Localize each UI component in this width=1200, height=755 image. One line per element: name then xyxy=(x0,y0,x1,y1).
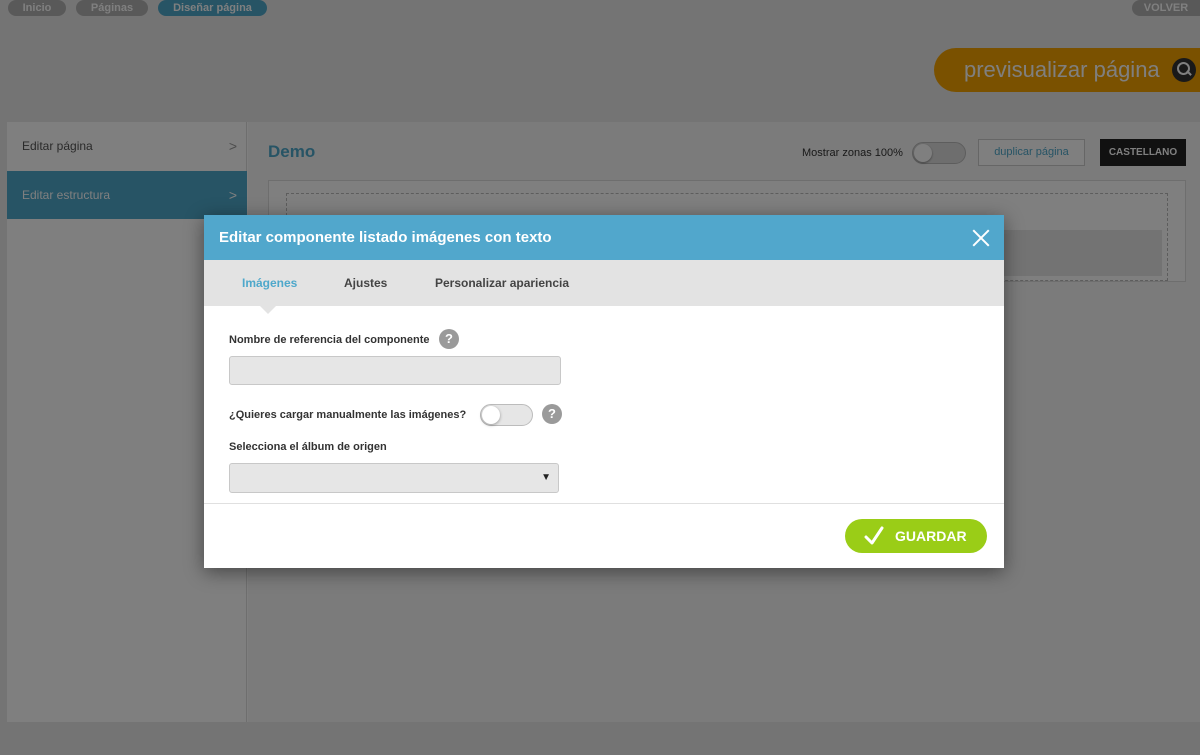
check-icon xyxy=(864,526,884,545)
modal-title: Editar componente listado imágenes con t… xyxy=(219,229,552,246)
tab-personalizar-apariencia[interactable]: Personalizar apariencia xyxy=(435,260,569,306)
close-icon[interactable] xyxy=(970,227,992,249)
help-icon[interactable]: ? xyxy=(542,404,562,424)
help-icon[interactable]: ? xyxy=(439,329,459,349)
modal-tabs: Imágenes Ajustes Personalizar apariencia xyxy=(204,260,1004,306)
toggle-knob xyxy=(482,406,500,424)
ref-name-label: Nombre de referencia del componente xyxy=(229,334,430,346)
manual-upload-toggle[interactable] xyxy=(480,404,533,426)
save-button[interactable]: GUARDAR xyxy=(845,519,987,553)
save-label: GUARDAR xyxy=(895,528,967,544)
album-select[interactable]: ▼ xyxy=(229,463,559,493)
modal-divider xyxy=(204,503,1004,504)
album-label: Selecciona el álbum de origen xyxy=(229,441,387,453)
tab-imagenes[interactable]: Imágenes xyxy=(242,260,297,306)
tab-ajustes[interactable]: Ajustes xyxy=(344,260,387,306)
caret-down-icon: ▼ xyxy=(541,472,551,483)
edit-component-modal: Editar componente listado imágenes con t… xyxy=(204,215,1004,568)
modal-header: Editar componente listado imágenes con t… xyxy=(204,215,1004,260)
active-tab-indicator xyxy=(260,306,276,314)
manual-upload-label: ¿Quieres cargar manualmente las imágenes… xyxy=(229,409,467,421)
ref-name-input[interactable] xyxy=(229,356,561,385)
